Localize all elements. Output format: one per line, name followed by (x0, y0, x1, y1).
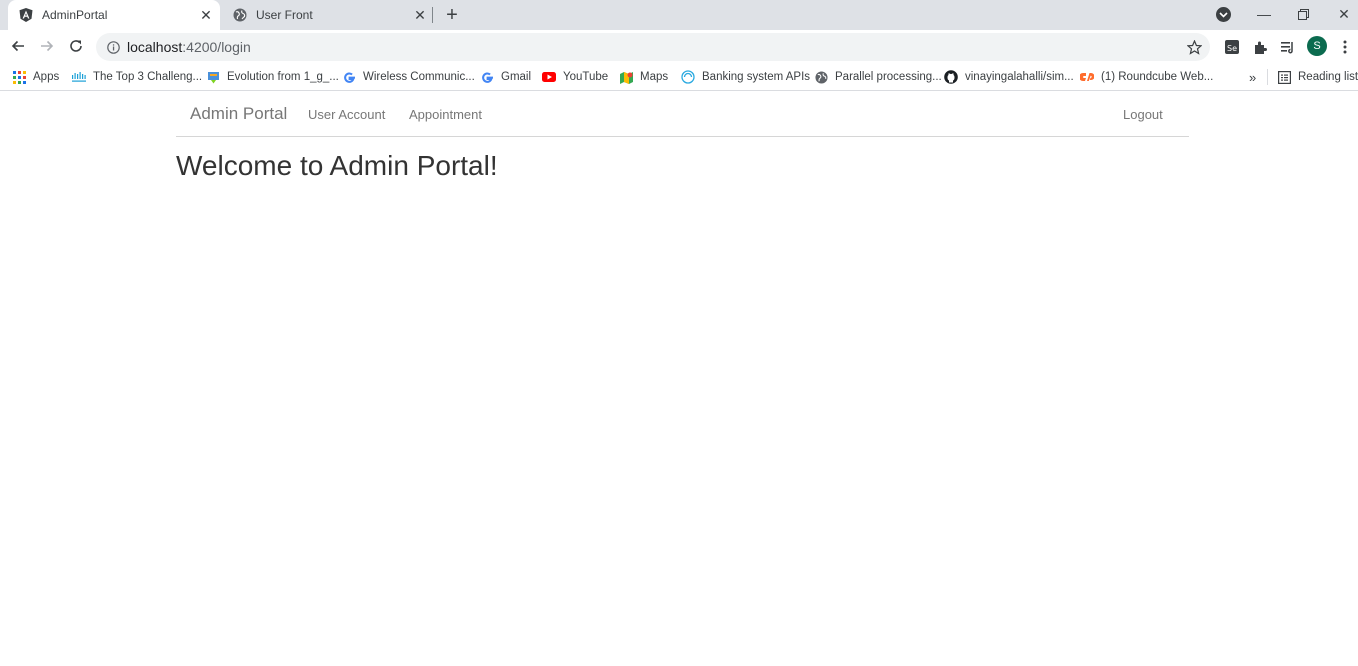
reading-list-button[interactable]: Reading list (1277, 68, 1358, 86)
bookmarks-separator (1267, 69, 1268, 85)
bookmark-top3[interactable]: The Top 3 Challeng... (72, 68, 202, 86)
bookmark-label: YouTube (563, 71, 609, 83)
menu-kebab-icon[interactable] (1336, 38, 1354, 56)
bookmark-parallel[interactable]: Parallel processing... (814, 68, 942, 86)
close-icon[interactable]: ✕ (412, 7, 428, 23)
bookmark-label: Banking system APIs (702, 71, 811, 83)
url-text: localhost:4200/login (127, 39, 251, 55)
bookmark-evolution[interactable]: Evolution from 1_g_... (206, 68, 339, 86)
forward-arrow-icon[interactable] (37, 36, 57, 56)
extension-se-icon[interactable]: Se (1223, 38, 1241, 56)
navbar-brand[interactable]: Admin Portal (190, 104, 287, 124)
svg-text:Se: Se (1227, 44, 1237, 53)
google-icon (480, 70, 494, 84)
tab-strip: AdminPortal ✕ User Front ✕ + — ✕ (0, 0, 1358, 30)
bookmarks-bar: Apps The Top 3 Challeng... Evolution fro… (0, 63, 1358, 91)
back-arrow-icon[interactable] (8, 36, 28, 56)
bookmark-youtube[interactable]: YouTube (542, 68, 608, 86)
reading-list-icon (1277, 70, 1291, 84)
tab-title: AdminPortal (42, 8, 108, 22)
bookmark-label: Gmail (501, 71, 532, 83)
youtube-icon (542, 70, 556, 84)
extensions-puzzle-icon[interactable] (1251, 38, 1269, 56)
bookmark-label: The Top 3 Challeng... (93, 71, 203, 83)
bookmark-label: (1) Roundcube Web... (1101, 71, 1214, 83)
github-icon (944, 70, 958, 84)
app-navbar: Admin Portal User Account Appointment Lo… (176, 91, 1189, 137)
cisco-icon (72, 70, 86, 84)
swirl-icon (681, 70, 695, 84)
minimize-icon[interactable]: — (1251, 4, 1277, 24)
globe-icon (232, 7, 248, 23)
bookmark-roundcube[interactable]: (1) Roundcube Web... (1080, 68, 1213, 86)
apps-grid-icon (12, 70, 26, 84)
tab-user-front[interactable]: User Front ✕ (222, 0, 434, 30)
bookmarks-overflow-button[interactable]: » (1249, 68, 1256, 86)
logout-link[interactable]: Logout (1123, 107, 1163, 122)
bookmark-star-icon[interactable] (1186, 39, 1202, 55)
info-icon[interactable] (105, 39, 121, 55)
tab-divider (432, 7, 433, 23)
bookmark-label: Apps (33, 71, 60, 83)
tab-adminportal[interactable]: AdminPortal ✕ (8, 0, 220, 30)
angular-icon (18, 7, 34, 23)
bookmark-gmail[interactable]: Gmail (480, 68, 531, 86)
cpanel-icon (1080, 70, 1094, 84)
url-host: localhost (127, 39, 183, 55)
bookmark-label: Parallel processing... (835, 71, 942, 83)
bookmark-label: Maps (640, 71, 669, 83)
bookmark-banking[interactable]: Banking system APIs (681, 68, 810, 86)
reload-icon[interactable] (66, 36, 86, 56)
address-bar[interactable]: localhost:4200/login (96, 33, 1210, 61)
nav-link-user-account[interactable]: User Account (308, 107, 385, 122)
bookmark-label: vinayingalahalli/sim... (965, 71, 1074, 83)
tab-title: User Front (256, 8, 313, 22)
tab-search-icon[interactable] (1216, 7, 1231, 22)
globe-icon (814, 70, 828, 84)
bookmark-site-icon (206, 70, 220, 84)
nav-link-appointment[interactable]: Appointment (409, 107, 482, 122)
bookmark-label: Evolution from 1_g_... (227, 71, 339, 83)
page-heading: Welcome to Admin Portal! (176, 150, 498, 181)
bookmark-wireless[interactable]: Wireless Communic... (342, 68, 475, 86)
bookmark-label: Wireless Communic... (363, 71, 475, 83)
reading-list-label: Reading list (1298, 71, 1358, 83)
bookmark-github[interactable]: vinayingalahalli/sim... (944, 68, 1074, 86)
close-icon[interactable]: ✕ (198, 7, 214, 23)
url-path: :4200/login (182, 39, 251, 55)
bookmark-maps[interactable]: Maps (619, 68, 668, 86)
new-tab-button[interactable]: + (442, 4, 462, 26)
bookmark-apps[interactable]: Apps (12, 68, 59, 86)
media-queue-icon[interactable] (1279, 38, 1297, 56)
maps-icon (619, 70, 633, 84)
window-close-icon[interactable]: ✕ (1331, 4, 1357, 24)
google-icon (342, 70, 356, 84)
browser-toolbar: localhost:4200/login Se (0, 30, 1358, 63)
restore-icon[interactable] (1290, 4, 1316, 24)
profile-avatar[interactable]: S (1307, 36, 1327, 56)
